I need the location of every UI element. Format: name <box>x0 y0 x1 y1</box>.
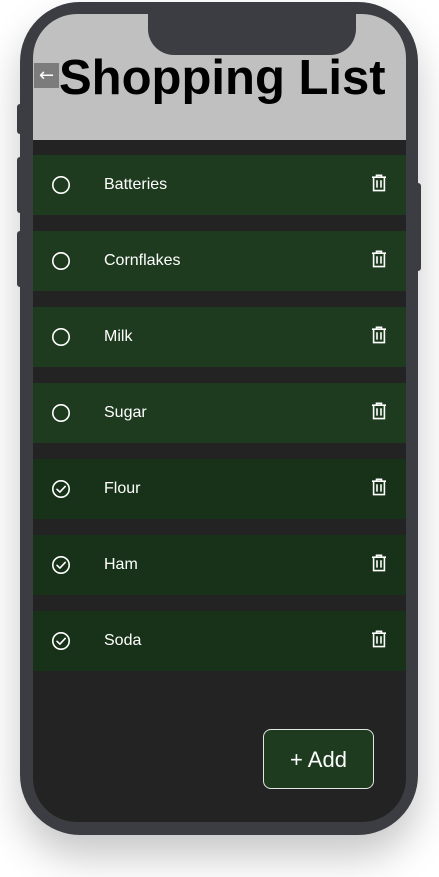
circle-icon[interactable] <box>51 175 71 195</box>
check-circle-icon[interactable] <box>51 479 71 499</box>
arrow-left-icon: ← <box>38 65 55 86</box>
list-item-label: Sugar <box>104 404 147 421</box>
list-item[interactable]: Ham <box>33 535 406 595</box>
side-button-volume-up <box>17 157 23 213</box>
list-item[interactable]: Soda <box>33 611 406 671</box>
back-button[interactable]: ← <box>34 63 59 88</box>
side-button-volume-down <box>17 231 23 287</box>
list-item-label: Flour <box>104 480 141 497</box>
list-item[interactable]: Milk <box>33 307 406 367</box>
app-screen: ← Shopping List Batteries Cornflakes Milk S… <box>33 14 406 822</box>
circle-icon[interactable] <box>51 403 71 423</box>
list-item[interactable]: Cornflakes <box>33 231 406 291</box>
trash-icon[interactable] <box>371 250 387 268</box>
list-item[interactable]: Batteries <box>33 155 406 215</box>
list-item-label: Soda <box>104 632 142 649</box>
list-item-label: Cornflakes <box>104 252 181 269</box>
list-item-label: Batteries <box>104 176 168 193</box>
circle-icon[interactable] <box>51 251 71 271</box>
phone-notch <box>148 14 356 55</box>
trash-icon[interactable] <box>371 478 387 496</box>
trash-icon[interactable] <box>371 402 387 420</box>
circle-icon[interactable] <box>51 327 71 347</box>
trash-icon[interactable] <box>371 554 387 572</box>
page-title: Shopping List <box>59 51 386 105</box>
side-button-mute <box>17 104 23 134</box>
list-item-label: Milk <box>104 328 133 345</box>
check-circle-icon[interactable] <box>51 555 71 575</box>
list-item[interactable]: Sugar <box>33 383 406 443</box>
check-circle-icon[interactable] <box>51 631 71 651</box>
list-item-label: Ham <box>104 556 138 573</box>
side-button-power <box>415 183 421 271</box>
list-item[interactable]: Flour <box>33 459 406 519</box>
add-item-button[interactable]: + Add <box>263 729 374 789</box>
trash-icon[interactable] <box>371 630 387 648</box>
trash-icon[interactable] <box>371 326 387 344</box>
trash-icon[interactable] <box>371 174 387 192</box>
